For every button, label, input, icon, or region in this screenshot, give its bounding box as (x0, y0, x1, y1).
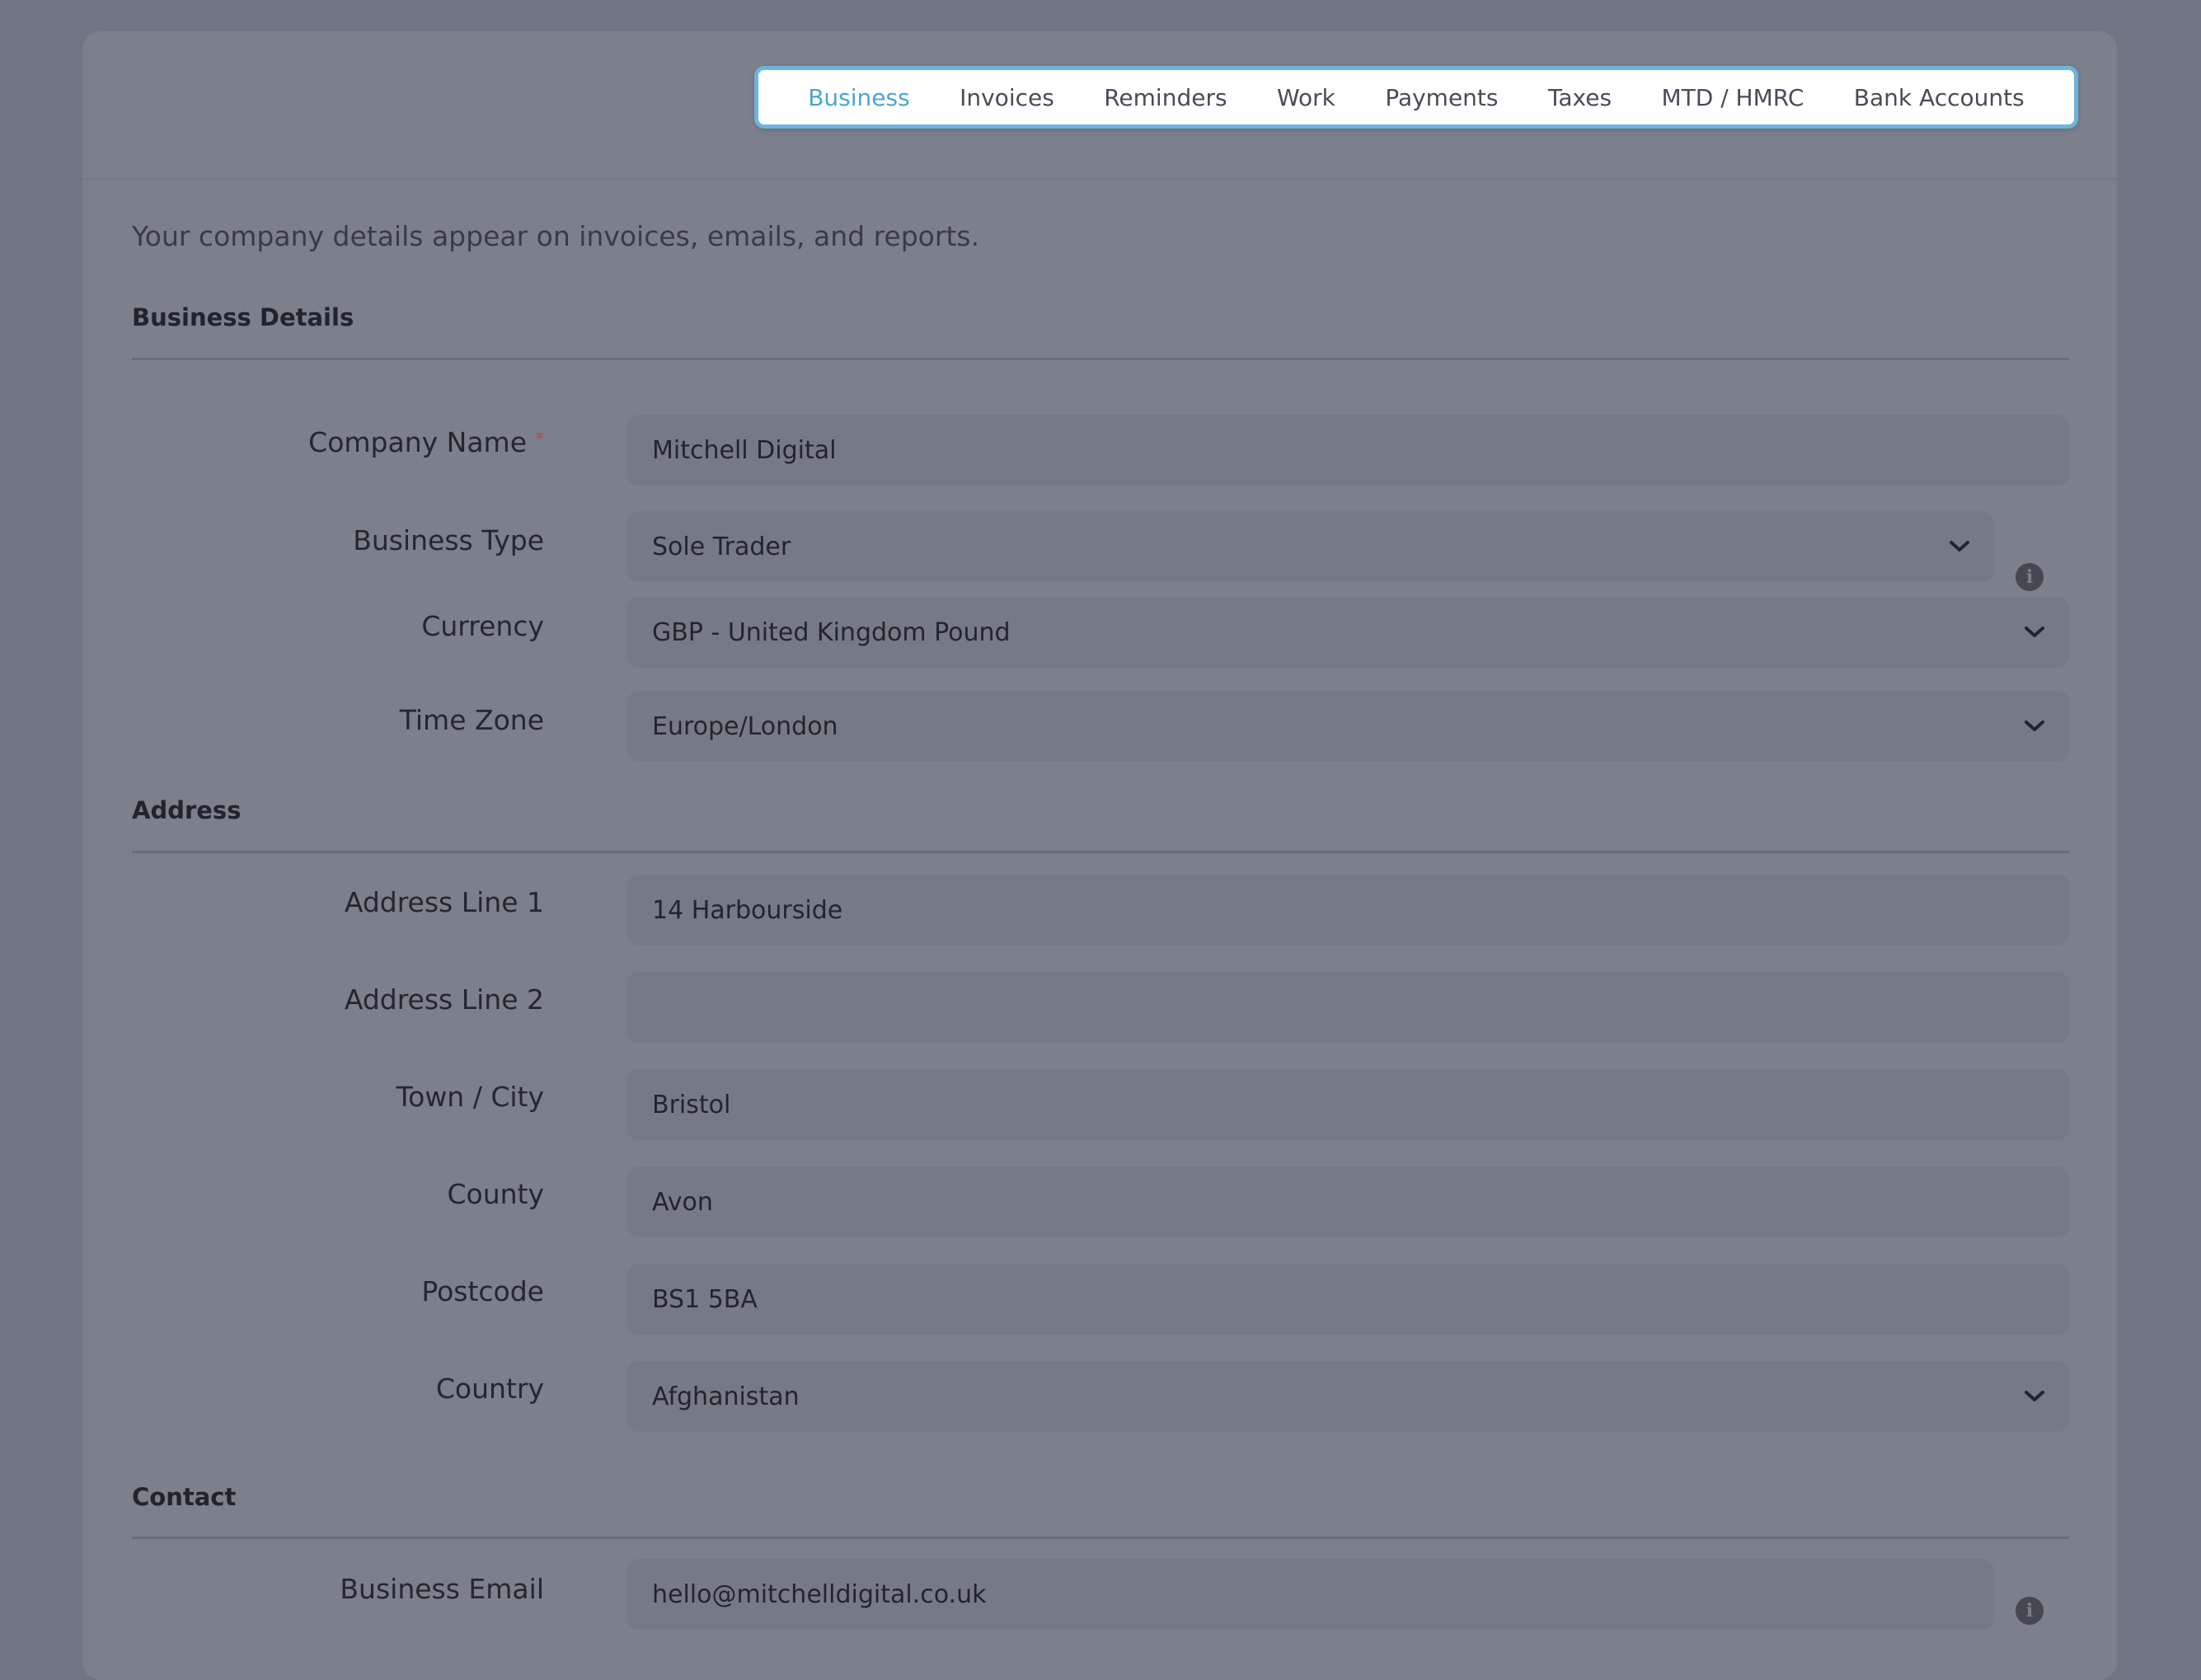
company-name-field[interactable]: Mitchell Digital (627, 415, 2069, 486)
time-zone-label: Time Zone (399, 704, 544, 736)
address-line-2-label: Address Line 2 (344, 983, 544, 1016)
address-line-1-label: Address Line 1 (344, 886, 544, 918)
business-email-label: Business Email (340, 1573, 544, 1605)
page-description: Your company details appear on invoices,… (132, 220, 980, 252)
time-zone-select[interactable]: Europe/London (627, 691, 2069, 762)
settings-card: Business Invoices Reminders Work Payment… (82, 31, 2117, 1680)
chevron-down-icon (2018, 1380, 2051, 1413)
business-type-select[interactable]: Sole Trader (627, 511, 1994, 582)
town-city-label: Town / City (396, 1081, 544, 1113)
info-icon[interactable]: i (2016, 563, 2044, 591)
tab-business[interactable]: Business (808, 84, 909, 111)
tab-reminders[interactable]: Reminders (1104, 84, 1227, 111)
postcode-label: Postcode (421, 1275, 544, 1307)
business-email-field[interactable]: hello@mitchelldigital.co.uk (627, 1559, 1994, 1630)
tab-payments[interactable]: Payments (1385, 84, 1498, 111)
town-city-field[interactable]: Bristol (627, 1069, 2069, 1140)
address-line-2-field[interactable] (627, 972, 2069, 1043)
tab-bank-accounts[interactable]: Bank Accounts (1854, 84, 2025, 111)
section-divider (132, 1537, 2069, 1539)
chevron-down-icon (2018, 710, 2051, 743)
section-title-address: Address (132, 796, 242, 824)
currency-label: Currency (421, 610, 544, 642)
tab-invoices[interactable]: Invoices (960, 84, 1054, 111)
chevron-down-icon (2018, 616, 2051, 649)
tab-mtd-hmrc[interactable]: MTD / HMRC (1661, 84, 1804, 111)
settings-tabs: Business Invoices Reminders Work Payment… (754, 66, 2078, 129)
county-field[interactable]: Avon (627, 1166, 2069, 1237)
info-icon[interactable]: i (2016, 1597, 2044, 1625)
section-divider (132, 851, 2069, 853)
tab-work[interactable]: Work (1277, 84, 1335, 111)
country-select[interactable]: Afghanistan (627, 1361, 2069, 1432)
tab-taxes[interactable]: Taxes (1548, 84, 1612, 111)
county-label: County (447, 1178, 544, 1210)
country-label: Country (435, 1373, 544, 1405)
chevron-down-icon (1943, 530, 1976, 563)
company-name-label: Company Name * (308, 426, 544, 458)
section-divider (132, 358, 2069, 360)
currency-select[interactable]: GBP - United Kingdom Pound (627, 597, 2069, 668)
business-type-label: Business Type (353, 524, 544, 556)
section-title-business-details: Business Details (132, 303, 354, 331)
address-line-1-field[interactable]: 14 Harbourside (627, 875, 2069, 946)
required-marker: * (535, 429, 544, 450)
section-title-contact: Contact (132, 1483, 237, 1511)
card-header: Business Invoices Reminders Work Payment… (82, 31, 2117, 180)
postcode-field[interactable]: BS1 5BA (627, 1264, 2069, 1335)
